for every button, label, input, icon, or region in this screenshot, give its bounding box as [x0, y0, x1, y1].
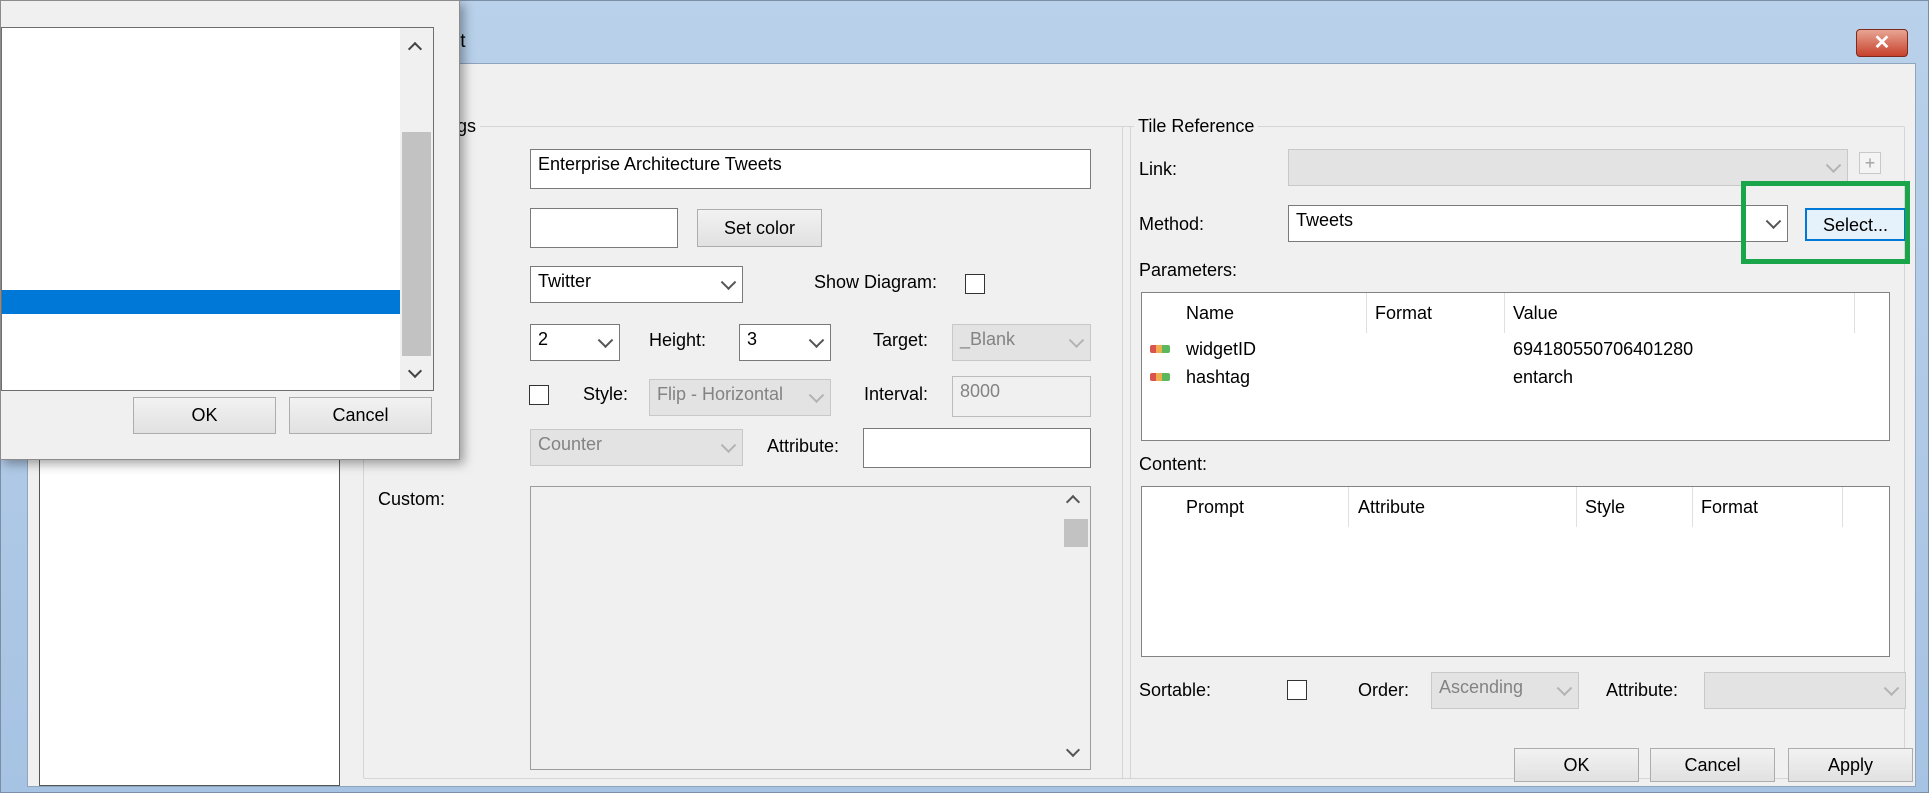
sort-attribute-label: Attribute:: [1606, 680, 1679, 700]
chevron-down-icon[interactable]: [1065, 742, 1081, 758]
interval-input[interactable]: 8000: [952, 376, 1091, 417]
height-label: Height:: [649, 330, 707, 350]
popup-cancel-button[interactable]: Cancel: [289, 397, 432, 434]
column-header-name[interactable]: Name: [1186, 303, 1234, 324]
color-swatch[interactable]: [530, 208, 678, 248]
tile-list[interactable]: [39, 444, 340, 786]
target-select[interactable]: _Blank: [952, 324, 1091, 361]
set-color-button[interactable]: Set color: [697, 209, 822, 247]
column-divider[interactable]: [1842, 487, 1843, 527]
attribute-input[interactable]: [863, 428, 1091, 468]
custom-scrollbar[interactable]: [1062, 487, 1090, 769]
width-select[interactable]: 2: [530, 324, 620, 361]
show-diagram-label: Show Diagram:: [814, 272, 938, 292]
column-divider[interactable]: [1854, 293, 1855, 333]
column-header-format[interactable]: Format: [1701, 497, 1758, 518]
popup-dialog: OK Cancel: [0, 0, 460, 460]
interval-label: Interval:: [864, 384, 929, 404]
custom-textarea[interactable]: [530, 486, 1091, 770]
style-select-value: Flip - Horizontal: [657, 384, 784, 404]
column-divider[interactable]: [1692, 487, 1693, 527]
show-diagram-checkbox[interactable]: [965, 274, 985, 294]
parameter-name: widgetID: [1186, 339, 1257, 359]
caption-input[interactable]: Enterprise Architecture Tweets: [530, 149, 1091, 189]
scrollbar-thumb[interactable]: [402, 132, 431, 356]
type-select-value: Twitter: [538, 271, 592, 291]
attribute-label: Attribute:: [767, 436, 840, 456]
link-label: Link:: [1139, 159, 1178, 179]
content-label: Content:: [1139, 454, 1208, 474]
content-table[interactable]: Prompt Attribute Style Format: [1141, 486, 1890, 657]
parameter-value: 694180550706401280: [1513, 339, 1694, 359]
chevron-up-icon[interactable]: [1065, 494, 1081, 510]
column-header-prompt[interactable]: Prompt: [1186, 497, 1244, 518]
order-label: Order:: [1358, 680, 1410, 700]
column-divider[interactable]: [1366, 293, 1367, 333]
parameter-icon: [1150, 345, 1170, 353]
chevron-down-icon: [1068, 331, 1085, 348]
tile-reference-label: Tile Reference: [1134, 116, 1259, 137]
counter-select[interactable]: Counter: [530, 429, 743, 466]
parameter-value: entarch: [1513, 367, 1574, 387]
chevron-down-icon: [1556, 679, 1573, 696]
apply-button[interactable]: Apply: [1788, 748, 1913, 782]
column-header-value[interactable]: Value: [1513, 303, 1558, 324]
parameters-header: Name Format Value: [1142, 293, 1889, 333]
table-row[interactable]: widgetID 694180550706401280: [1142, 337, 1889, 363]
highlight-box: [1741, 181, 1910, 264]
add-link-button[interactable]: +: [1859, 152, 1881, 174]
parameter-name: hashtag: [1186, 367, 1251, 387]
column-header-attribute[interactable]: Attribute: [1358, 497, 1425, 518]
cancel-button[interactable]: Cancel: [1650, 748, 1775, 782]
ok-button[interactable]: OK: [1514, 748, 1639, 782]
table-row[interactable]: hashtag entarch: [1142, 365, 1889, 391]
column-header-format[interactable]: Format: [1375, 303, 1432, 324]
popup-ok-button[interactable]: OK: [133, 397, 276, 434]
sortable-label: Sortable:: [1139, 680, 1212, 700]
sortable-checkbox[interactable]: [1287, 680, 1307, 700]
column-divider[interactable]: [1576, 487, 1577, 527]
scrollbar-thumb[interactable]: [1064, 519, 1088, 547]
chevron-down-icon: [1825, 156, 1842, 173]
chevron-down-icon: [720, 273, 737, 290]
selected-list-item[interactable]: [2, 290, 400, 314]
chevron-down-icon: [597, 331, 614, 348]
order-select-value: Ascending: [1439, 677, 1524, 697]
counter-select-value: Counter: [538, 434, 603, 454]
chevron-down-icon: [808, 331, 825, 348]
chevron-down-icon[interactable]: [407, 363, 423, 379]
popup-list[interactable]: [1, 27, 434, 391]
target-select-value: _Blank: [960, 329, 1016, 349]
chevron-down-icon: [720, 436, 737, 453]
sort-attribute-select[interactable]: [1704, 672, 1906, 709]
type-select[interactable]: Twitter: [530, 266, 743, 303]
target-label: Target:: [873, 330, 929, 350]
parameters-table[interactable]: Name Format Value widgetID 6941805507064…: [1141, 292, 1890, 441]
chevron-up-icon[interactable]: [407, 41, 423, 57]
parameters-label: Parameters:: [1139, 260, 1238, 280]
close-button[interactable]: ✕: [1856, 29, 1908, 57]
flip-checkbox[interactable]: [529, 385, 549, 405]
style-select[interactable]: Flip - Horizontal: [649, 379, 831, 416]
column-divider[interactable]: [1348, 487, 1349, 527]
style-label: Style:: [583, 384, 629, 404]
width-select-value: 2: [538, 329, 549, 349]
height-select[interactable]: 3: [739, 324, 831, 361]
chevron-down-icon: [1883, 679, 1900, 696]
popup-scrollbar[interactable]: [400, 28, 433, 390]
method-select[interactable]: Tweets: [1288, 205, 1788, 242]
method-label: Method:: [1139, 214, 1205, 234]
height-select-value: 3: [747, 329, 758, 349]
method-select-value: Tweets: [1296, 210, 1354, 230]
parameter-icon: [1150, 373, 1170, 381]
column-header-style[interactable]: Style: [1585, 497, 1625, 518]
order-select[interactable]: Ascending: [1431, 672, 1579, 709]
chevron-down-icon: [808, 386, 825, 403]
custom-label: Custom:: [378, 489, 446, 509]
column-divider[interactable]: [1504, 293, 1505, 333]
